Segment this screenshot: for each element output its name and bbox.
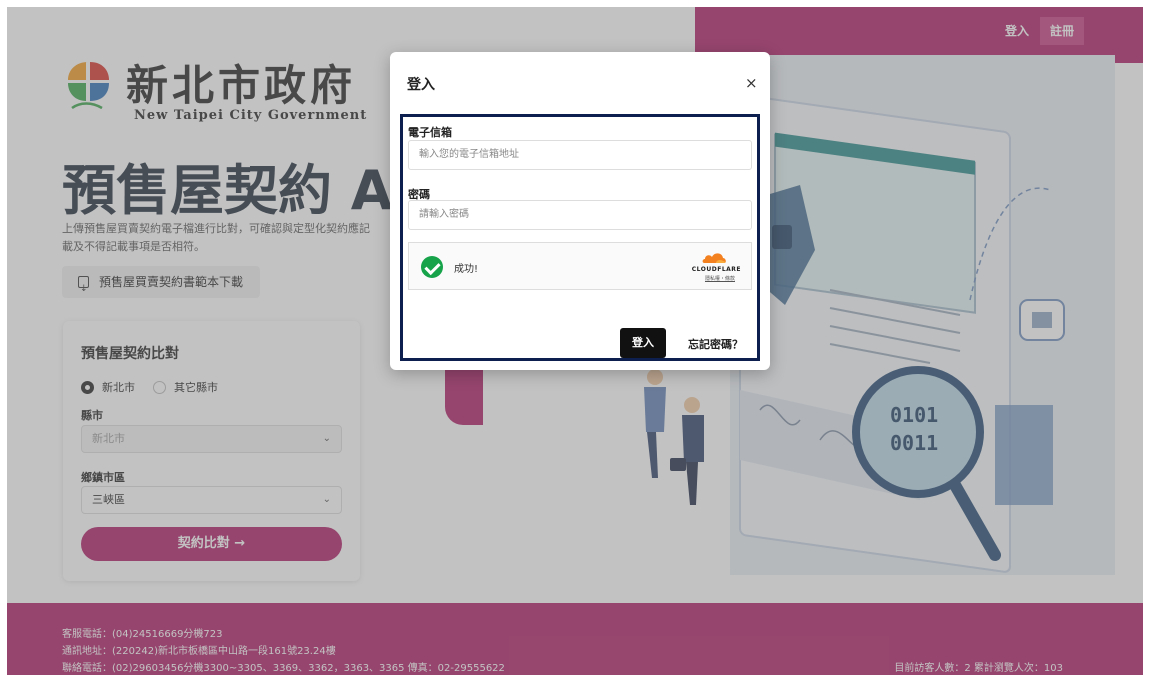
cloud-icon <box>702 253 726 263</box>
forgot-password-link[interactable]: 忘記密碼？ <box>688 336 743 352</box>
cloudflare-captcha[interactable]: 成功! CLOUDFLARE 隱私權・條款 <box>408 242 752 290</box>
modal-title: 登入 <box>407 77 435 93</box>
page: 登入 註冊 新北市政府 New Taipei City Government 預… <box>0 0 1150 675</box>
close-icon[interactable]: × <box>745 76 758 91</box>
cloudflare-logo: CLOUDFLARE 隱私權・條款 <box>681 251 741 283</box>
cloudflare-privacy-links[interactable]: 隱私權・條款 <box>705 275 735 282</box>
email-field[interactable]: 輸入您的電子信箱地址 <box>408 140 752 170</box>
email-label: 電子信箱 <box>408 126 452 139</box>
captcha-status: 成功! <box>454 264 479 275</box>
check-circle-icon <box>421 256 443 278</box>
login-modal: 登入 × 電子信箱 輸入您的電子信箱地址 密碼 請輸入密碼 成功! CLOUDF… <box>390 52 770 370</box>
login-submit-button[interactable]: 登入 <box>620 328 666 358</box>
password-field[interactable]: 請輸入密碼 <box>408 200 752 230</box>
cloudflare-brand-text: CLOUDFLARE <box>691 266 741 273</box>
